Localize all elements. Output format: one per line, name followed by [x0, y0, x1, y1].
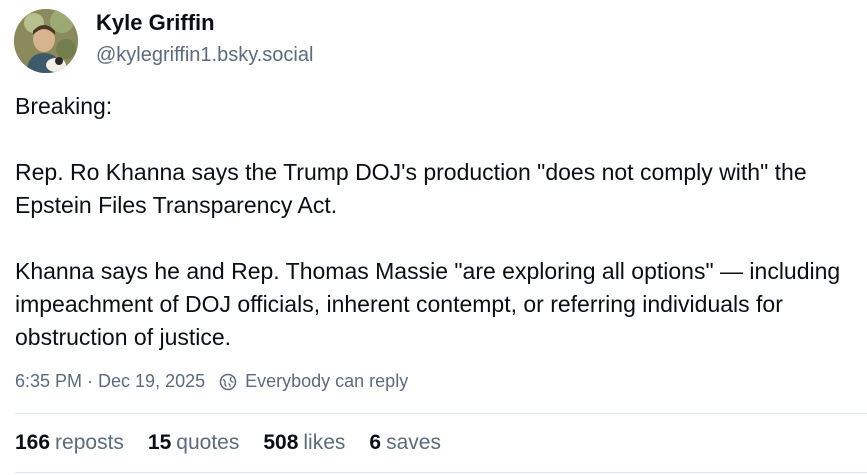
post-timestamp[interactable]: 6:35 PM · Dec 19, 2025 — [15, 371, 205, 392]
reposts-label: reposts — [55, 431, 124, 454]
globe-reply-icon — [219, 373, 237, 391]
post-paragraph: Khanna says he and Rep. Thomas Massie "a… — [15, 258, 841, 350]
author-handle[interactable]: @kylegriffin1.bsky.social — [96, 44, 313, 67]
avatar[interactable] — [14, 9, 78, 73]
author-name[interactable]: Kyle Griffin — [96, 10, 215, 36]
post-stats: 166 reposts 15 quotes 508 likes 6 saves — [15, 431, 441, 455]
post-text: Breaking: Rep. Ro Khanna says the Trump … — [15, 90, 860, 354]
quotes-label: quotes — [176, 431, 240, 454]
stat-quotes[interactable]: 15 quotes — [148, 431, 239, 455]
avatar-image — [14, 9, 78, 73]
likes-count: 508 — [263, 431, 299, 454]
stat-likes[interactable]: 508 likes — [263, 431, 345, 455]
saves-count: 6 — [369, 431, 382, 454]
reposts-count: 166 — [15, 431, 51, 454]
post-meta: 6:35 PM · Dec 19, 2025 Everybody can rep… — [15, 371, 408, 392]
divider — [15, 413, 867, 414]
quotes-count: 15 — [147, 431, 172, 454]
stat-reposts[interactable]: 166 reposts — [15, 431, 124, 455]
divider — [15, 472, 867, 473]
reply-setting[interactable]: Everybody can reply — [245, 371, 408, 392]
likes-label: likes — [303, 431, 346, 454]
post-paragraph: Rep. Ro Khanna says the Trump DOJ's prod… — [15, 159, 807, 218]
saves-label: saves — [386, 431, 441, 454]
stat-saves[interactable]: 6 saves — [369, 431, 441, 455]
post-paragraph: Breaking: — [15, 93, 113, 119]
